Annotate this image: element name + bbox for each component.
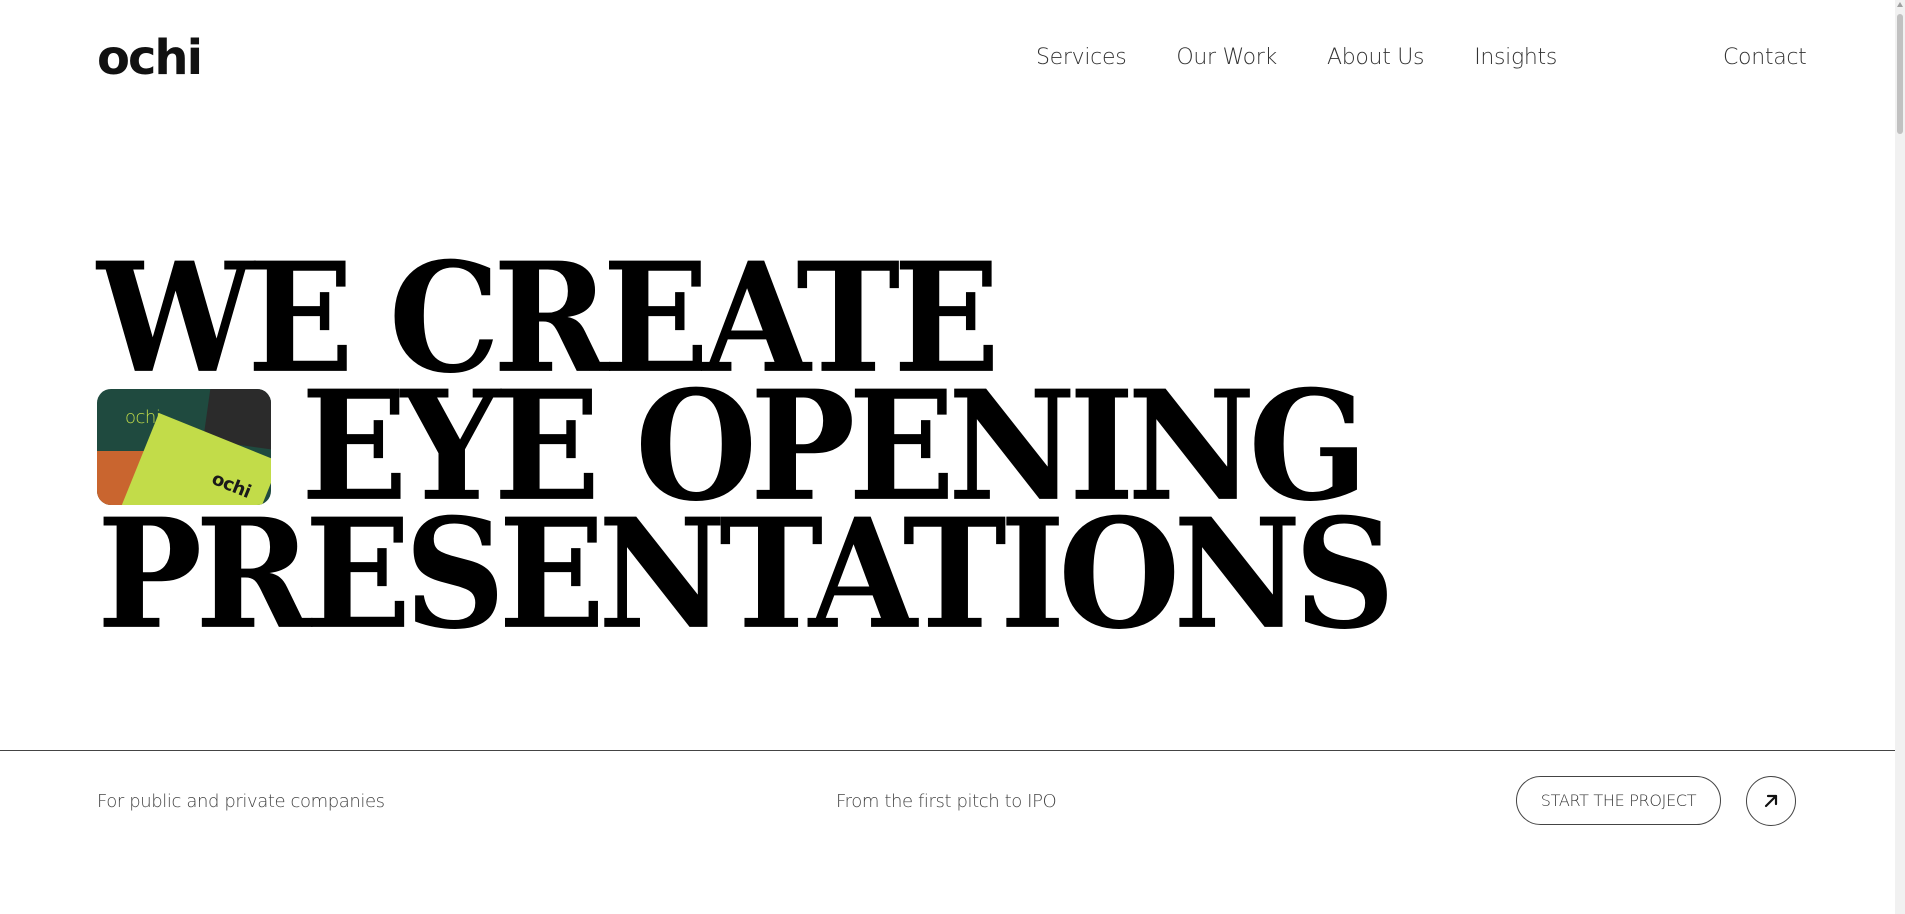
tagline-left: For public and private companies xyxy=(97,791,385,812)
site-header: ochi Services Our Work About Us Insights… xyxy=(0,0,1895,118)
hero-section: WE CREATE ochi ochi EYE OPENING PRESENTA… xyxy=(97,243,1697,651)
nav-link-our-work[interactable]: Our Work xyxy=(1176,44,1277,72)
nav-link-about-us[interactable]: About Us xyxy=(1327,44,1425,72)
start-project-button[interactable]: START THE PROJECT xyxy=(1516,776,1721,825)
logo[interactable]: ochi xyxy=(97,34,203,82)
scroll-up-arrow-icon[interactable] xyxy=(1897,2,1903,7)
nav-link-insights[interactable]: Insights xyxy=(1474,44,1557,72)
arrow-button[interactable] xyxy=(1746,776,1796,826)
hero-line-3: PRESENTATIONS xyxy=(97,486,1697,664)
tagline-middle: From the first pitch to IPO xyxy=(836,791,1057,812)
main-navigation: Services Our Work About Us Insights xyxy=(1036,44,1557,72)
arrow-up-right-icon xyxy=(1764,794,1778,808)
nav-link-services[interactable]: Services xyxy=(1036,44,1127,72)
nav-link-contact[interactable]: Contact xyxy=(1723,44,1807,72)
page-scrollbar[interactable] xyxy=(1895,0,1905,914)
section-divider xyxy=(0,750,1895,751)
hero-heading-line-3: PRESENTATIONS xyxy=(97,486,1395,664)
scrollbar-thumb[interactable] xyxy=(1897,14,1903,134)
thumbnail-brand-top: ochi xyxy=(125,406,161,428)
